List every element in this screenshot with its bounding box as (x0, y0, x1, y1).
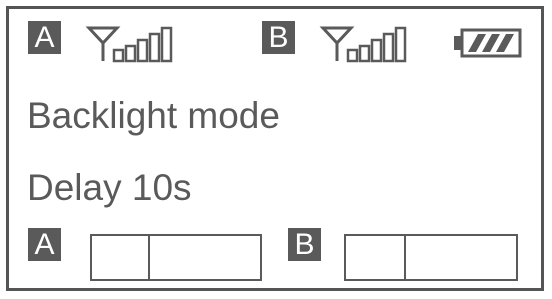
channel-b-badge: B (262, 21, 295, 54)
channel-b-level-segment (404, 236, 516, 279)
channel-a-level-bar (90, 234, 262, 281)
channel-a-badge: A (28, 21, 61, 54)
channel-a-signal-icon (85, 26, 173, 63)
channel-b-level-segment (346, 236, 404, 279)
channel-a-level-segment (92, 236, 148, 279)
menu-value: Delay 10s (27, 167, 192, 208)
channel-b-level-bar (344, 234, 518, 281)
bottom-channel-b-badge: B (288, 228, 321, 261)
battery-icon (454, 28, 522, 58)
bottom-channel-a-badge: A (28, 228, 61, 261)
channel-a-level-segment (148, 236, 260, 279)
channel-b-signal-icon (319, 26, 407, 63)
menu-title: Backlight mode (27, 95, 280, 136)
